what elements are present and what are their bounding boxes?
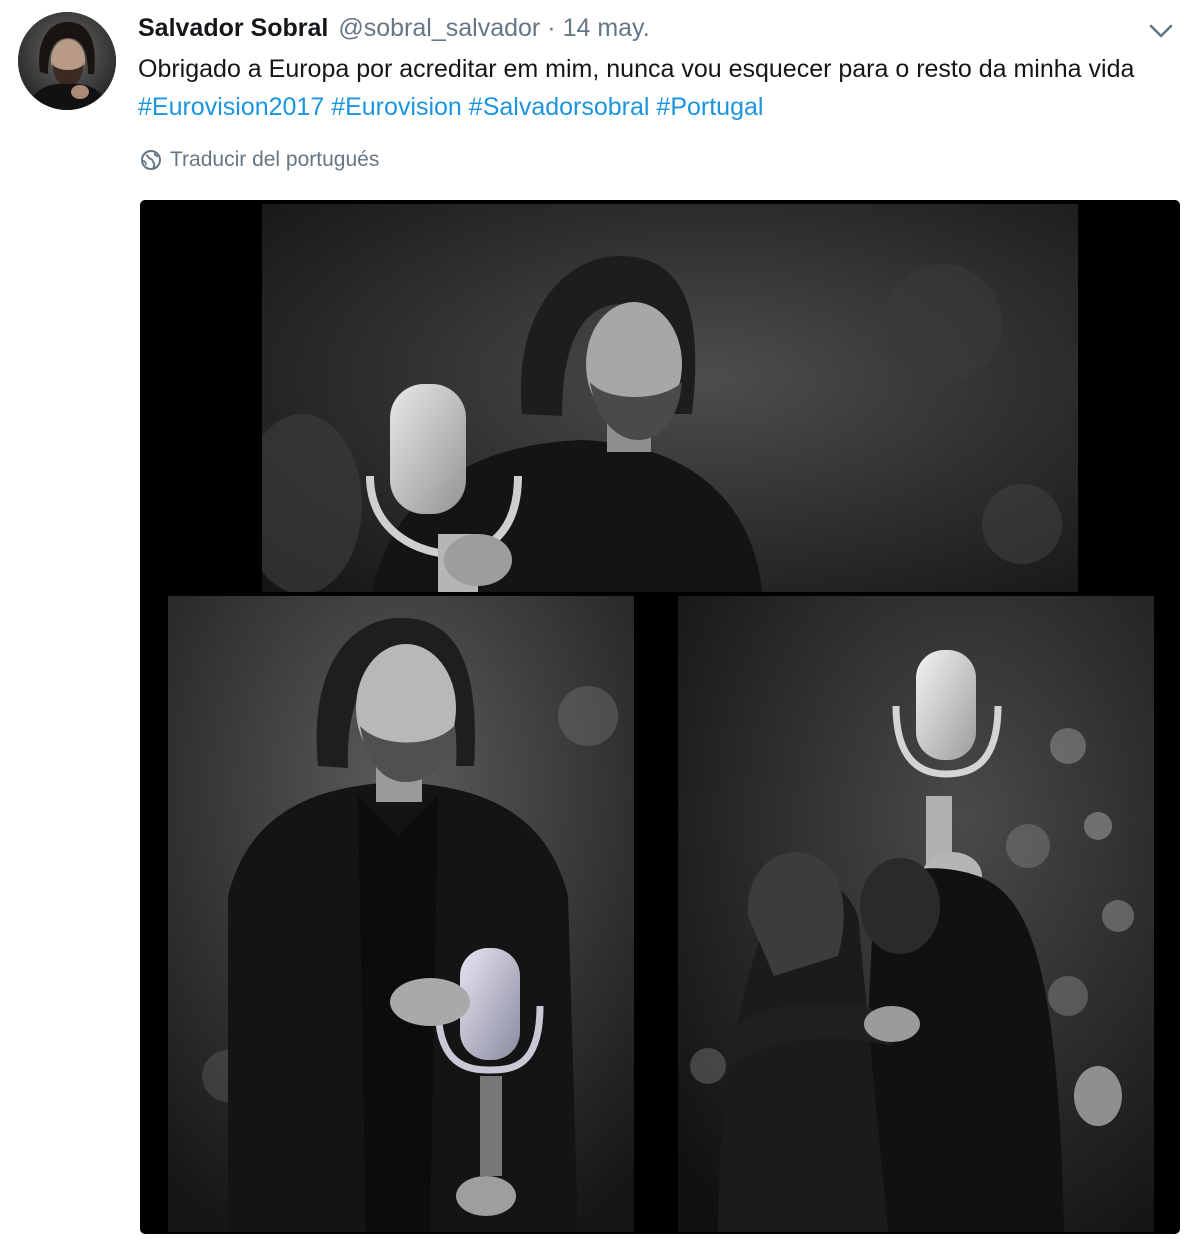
translate-link[interactable]: Traducir del portugués (140, 146, 379, 174)
header-separator: · (547, 14, 556, 42)
photo-smiling-with-trophy (168, 596, 634, 1232)
hashtag-link[interactable]: #Portugal (656, 93, 763, 121)
tweet-text-body: Obrigado a Europa por acreditar em mim, … (138, 55, 1135, 83)
photo-embrace-trophy-raised (678, 596, 1154, 1232)
tweet-text: Obrigado a Europa por acreditar em mim, … (138, 50, 1138, 126)
author-avatar[interactable] (18, 12, 116, 110)
author-handle[interactable]: @sobral_salvador (338, 10, 540, 46)
globe-icon (141, 150, 161, 170)
tweet: Salvador Sobral @sobral_salvador · 14 ma… (0, 0, 1200, 1241)
photo-trophy-closeup (262, 204, 1078, 592)
tweet-header: Salvador Sobral @sobral_salvador · 14 ma… (138, 10, 650, 46)
author-name[interactable]: Salvador Sobral (138, 10, 328, 46)
hashtag-link[interactable]: #Eurovision2017 (138, 93, 324, 121)
hashtag-link[interactable]: #Eurovision (331, 93, 462, 121)
tweet-media[interactable] (140, 200, 1180, 1234)
hashtag-link[interactable]: #Salvadorsobral (469, 93, 650, 121)
tweet-date[interactable]: 14 may. (563, 10, 650, 46)
translate-label: Traducir del portugués (170, 148, 380, 171)
chevron-down-icon[interactable] (1146, 18, 1176, 44)
avatar-image (18, 12, 116, 110)
